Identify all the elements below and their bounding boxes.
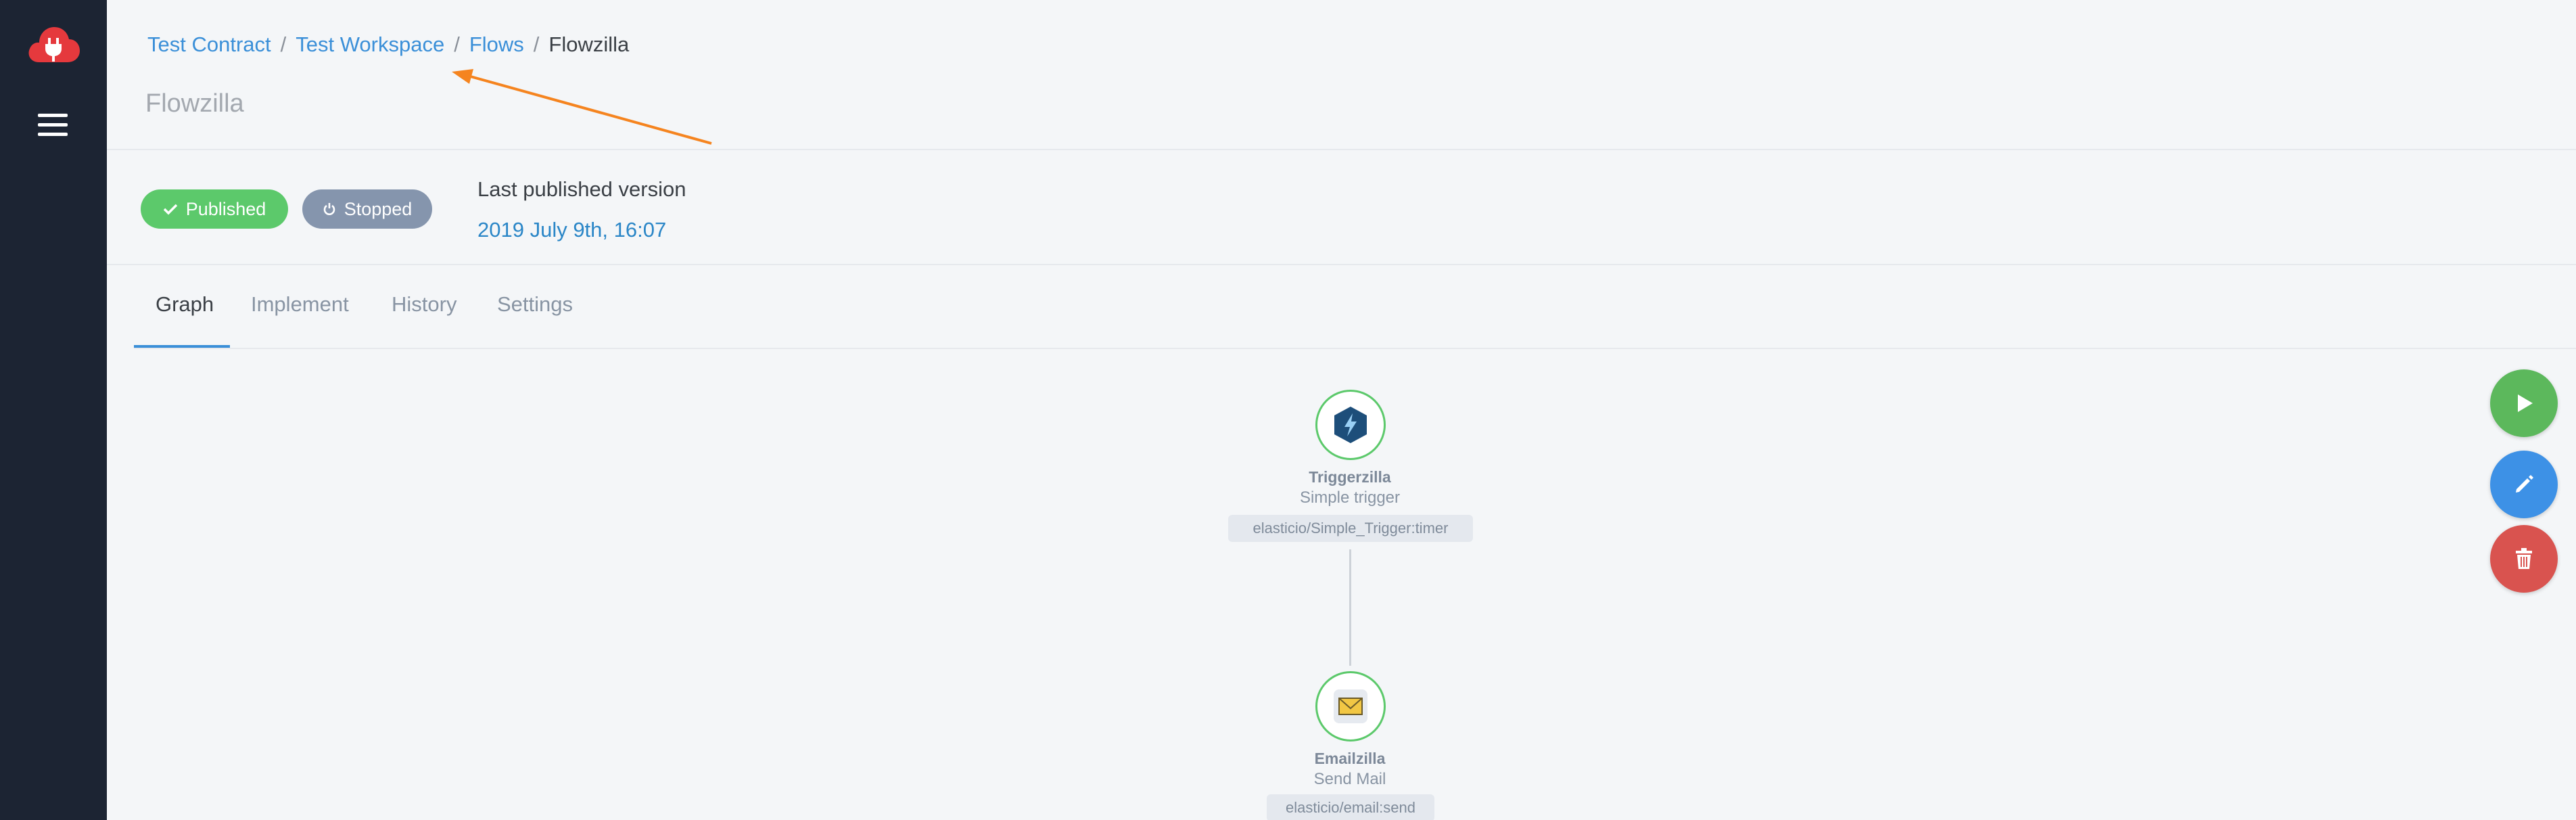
graph-node-emailzilla[interactable] (1315, 671, 1386, 742)
breadcrumb-separator: / (280, 32, 287, 56)
play-icon (2518, 394, 2533, 412)
page-header: Test Contract / Test Workspace / Flows /… (107, 0, 2576, 150)
stopped-badge[interactable]: Stopped (302, 189, 432, 229)
node-name: Emailzilla (1314, 750, 1386, 767)
hamburger-menu-icon[interactable] (38, 114, 68, 137)
breadcrumb-test-workspace[interactable]: Test Workspace (296, 32, 444, 57)
last-published-label: Last published version (477, 177, 686, 201)
status-bar: Published Stopped Last published version… (107, 152, 2576, 265)
power-icon (323, 203, 335, 215)
edit-flow-button[interactable] (2490, 451, 2558, 518)
breadcrumb-current: Flowzilla (548, 32, 630, 56)
node-subtitle: Send Mail (1313, 770, 1386, 788)
page-title: Flowzilla (145, 89, 244, 118)
breadcrumb-flows[interactable]: Flows (469, 32, 524, 57)
graph-connector (1349, 549, 1351, 666)
published-badge[interactable]: Published (141, 189, 288, 229)
graph-node-triggerzilla[interactable] (1315, 390, 1386, 460)
node-subtitle: Simple trigger (1299, 488, 1401, 507)
breadcrumb-test-contract[interactable]: Test Contract (147, 32, 271, 57)
pencil-icon (2516, 475, 2533, 493)
breadcrumb-separator: / (533, 32, 540, 56)
trash-icon (2516, 548, 2532, 569)
cloud-plug-logo-icon[interactable] (26, 23, 81, 65)
tab-graph[interactable]: Graph (156, 292, 214, 317)
email-envelope-icon (1334, 689, 1367, 723)
node-name: Triggerzilla (1309, 468, 1391, 486)
run-flow-button[interactable] (2490, 369, 2558, 437)
check-icon (163, 204, 177, 215)
breadcrumb-separator: / (454, 32, 460, 56)
stopped-label: Stopped (344, 198, 413, 219)
tab-settings[interactable]: Settings (497, 292, 573, 317)
tab-implement[interactable]: Implement (251, 292, 349, 317)
breadcrumb: Test Contract / Test Workspace / Flows /… (147, 32, 629, 57)
tab-history[interactable]: History (392, 292, 456, 317)
last-published-date[interactable]: 2019 July 9th, 16:07 (477, 218, 666, 242)
published-label: Published (185, 198, 266, 219)
lightning-hexagon-icon (1334, 407, 1367, 443)
sidebar (0, 0, 107, 820)
node-component-tag: elasticio/email:send (1267, 794, 1434, 820)
node-component-tag: elasticio/Simple_Trigger:timer (1228, 515, 1473, 542)
active-tab-indicator (134, 345, 230, 348)
delete-flow-button[interactable] (2490, 525, 2558, 593)
tab-bar: Graph Implement History Settings (134, 265, 2576, 349)
